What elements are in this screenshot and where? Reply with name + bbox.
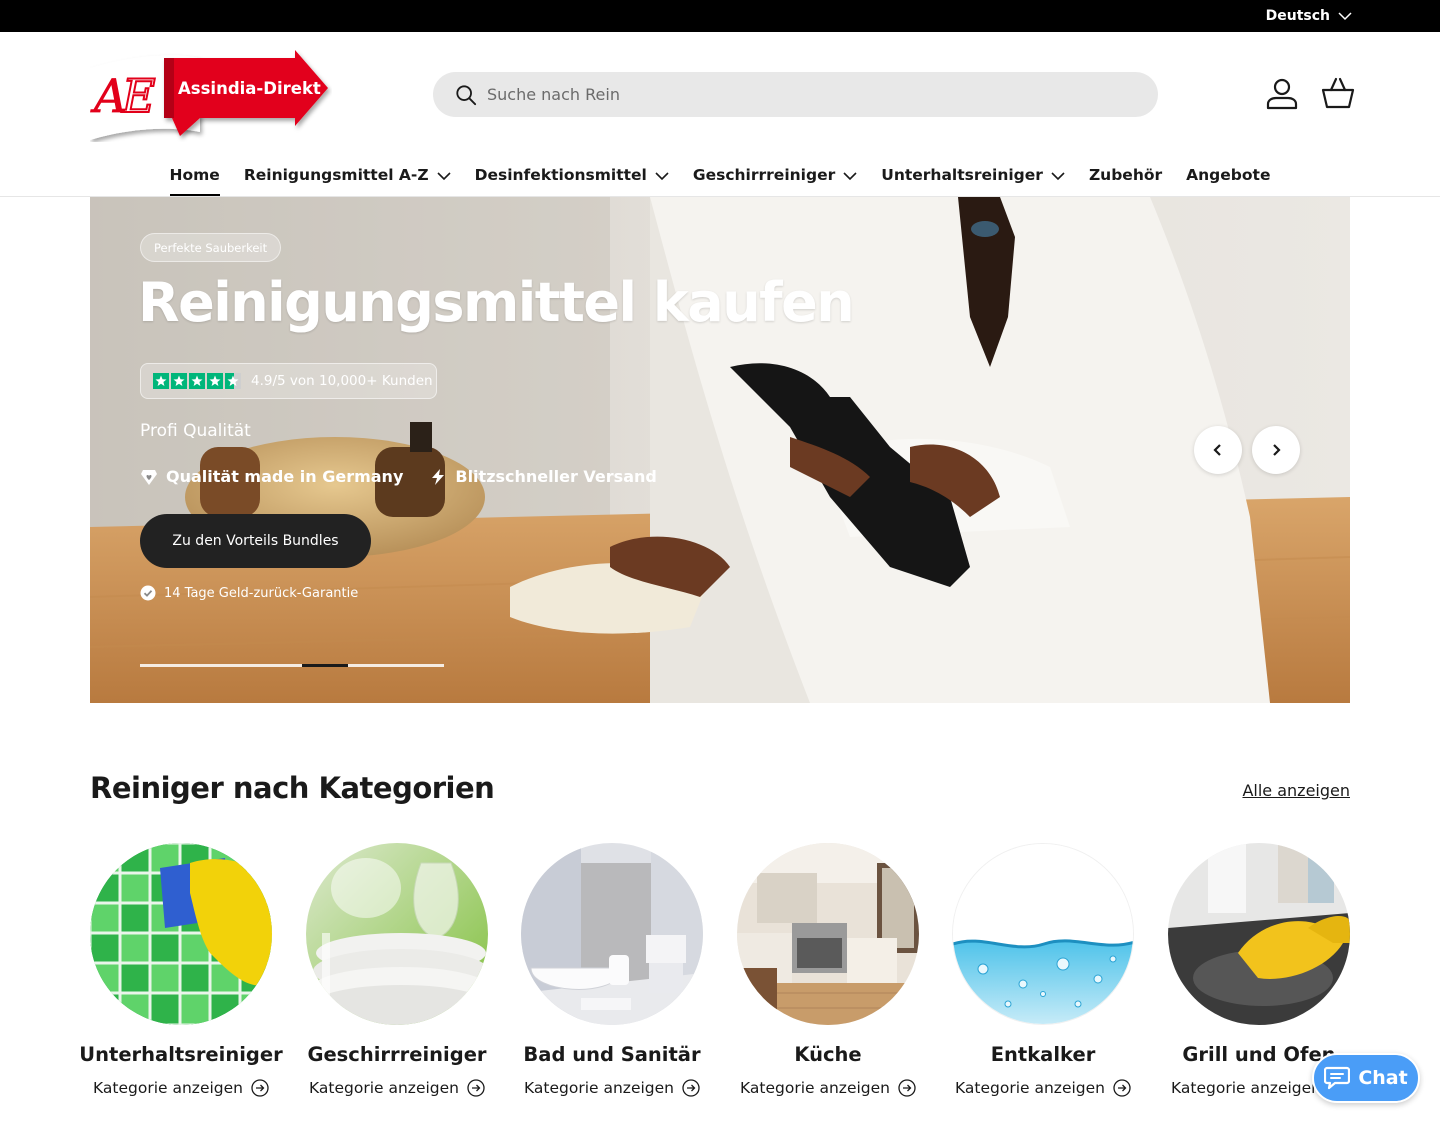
feature-shipping: Blitzschneller Versand — [429, 467, 657, 486]
view-all-link[interactable]: Alle anzeigen — [1242, 781, 1350, 800]
categories-title: Reiniger nach Kategorien — [90, 771, 495, 805]
feature-quality: Qualität made in Germany — [140, 467, 403, 486]
chevron-down-icon — [1338, 12, 1352, 21]
chevron-down-icon — [437, 172, 451, 181]
check-badge-icon — [140, 585, 156, 601]
hero-features: Qualität made in Germany Blitzschneller … — [140, 467, 657, 486]
slide-progress — [140, 663, 444, 667]
category-name: Küche — [794, 1043, 862, 1066]
chat-button[interactable]: Chat — [1312, 1053, 1420, 1103]
category-card: Bad und Sanitär Kategorie anzeigen — [521, 843, 703, 1097]
star-icon — [171, 373, 187, 389]
site-logo[interactable]: A E Assindia-Direkt — [90, 48, 332, 142]
arrow-right-circle-icon — [251, 1079, 269, 1097]
category-link[interactable]: Kategorie anzeigen — [717, 1079, 939, 1097]
category-link[interactable]: Kategorie anzeigen — [932, 1079, 1154, 1097]
category-image-bad-und-sanitaer[interactable] — [521, 843, 703, 1025]
category-card: Geschirrreiniger Kategorie anzeigen — [306, 843, 488, 1097]
next-slide-button[interactable] — [1252, 426, 1300, 474]
category-image-entkalker[interactable] — [952, 843, 1134, 1025]
bundles-cta-button[interactable]: Zu den Vorteils Bundles — [140, 514, 371, 568]
chevron-down-icon — [1051, 172, 1065, 181]
rating-text: 4.9/5 von 10,000+ Kunden — [251, 373, 433, 389]
guarantee-note: 14 Tage Geld-zurück-Garantie — [140, 585, 358, 601]
chat-bubble-icon — [1324, 1066, 1351, 1090]
category-name: Geschirrreiniger — [307, 1043, 487, 1066]
hero-title: Reinigungsmittel kaufen — [138, 271, 855, 334]
category-image-unterhaltsreiniger[interactable] — [90, 843, 272, 1025]
hero-badge: Perfekte Sauberkeit — [140, 233, 282, 262]
hero-slider: Perfekte Sauberkeit Reinigungsmittel kau… — [90, 197, 1350, 703]
nav-item-unterhaltsreiniger[interactable]: Unterhaltsreiniger — [881, 160, 1065, 196]
star-icon — [153, 373, 169, 389]
chevron-left-icon — [1213, 444, 1221, 456]
prev-slide-button[interactable] — [1194, 426, 1242, 474]
nav-item-reinigungsmittel[interactable]: Reinigungsmittel A-Z — [244, 160, 451, 196]
search-input[interactable] — [487, 85, 1087, 104]
half-star-icon — [225, 373, 241, 389]
category-image-kueche[interactable] — [737, 843, 919, 1025]
lightning-icon — [432, 468, 445, 485]
arrow-right-circle-icon — [898, 1079, 916, 1097]
category-link[interactable]: Kategorie anzeigen — [286, 1079, 508, 1097]
category-image-geschirrreiniger[interactable] — [306, 843, 488, 1025]
svg-text:E: E — [121, 69, 156, 123]
arrow-right-circle-icon — [682, 1079, 700, 1097]
chevron-right-icon — [1273, 444, 1281, 456]
nav-item-home[interactable]: Home — [169, 160, 220, 196]
chat-label: Chat — [1358, 1067, 1408, 1089]
slide-progress-fill — [302, 663, 349, 667]
nav-item-desinfektionsmittel[interactable]: Desinfektionsmittel — [475, 160, 669, 196]
account-button[interactable] — [1265, 76, 1299, 110]
chevron-down-icon — [843, 172, 857, 181]
category-card: Entkalker Kategorie anzeigen — [952, 843, 1134, 1097]
star-icon — [189, 373, 205, 389]
category-card: Küche Kategorie anzeigen — [737, 843, 919, 1097]
rating-stars — [153, 373, 241, 389]
user-icon — [1266, 78, 1298, 110]
chevron-down-icon — [655, 172, 669, 181]
arrow-right-circle-icon — [467, 1079, 485, 1097]
arrow-right-circle-icon — [1113, 1079, 1131, 1097]
nav-item-geschirrreiniger[interactable]: Geschirrreiniger — [693, 160, 857, 196]
category-card: Grill und Ofen Kategorie anzeigen — [1168, 843, 1350, 1097]
main-navigation: Home Reinigungsmittel A-Z Desinfektionsm… — [0, 160, 1440, 197]
rating-box: 4.9/5 von 10,000+ Kunden — [140, 363, 437, 399]
search-icon[interactable] — [455, 84, 477, 106]
language-label: Deutsch — [1265, 8, 1330, 24]
announcement-bar: Deutsch — [0, 0, 1440, 32]
search-bar[interactable] — [433, 72, 1158, 117]
hero-subline: Profi Qualität — [140, 421, 251, 441]
category-image-grill-und-ofen[interactable] — [1168, 843, 1350, 1025]
category-name: Unterhaltsreiniger — [79, 1043, 283, 1066]
star-icon — [207, 373, 223, 389]
basket-icon — [1321, 77, 1355, 109]
category-name: Entkalker — [990, 1043, 1096, 1066]
category-link[interactable]: Kategorie anzeigen — [70, 1079, 292, 1097]
language-selector[interactable]: Deutsch — [1266, 0, 1352, 32]
nav-item-angebote[interactable]: Angebote — [1186, 160, 1270, 196]
category-name: Bad und Sanitär — [523, 1043, 701, 1066]
logo-text: Assindia-Direkt — [178, 79, 321, 98]
category-link[interactable]: Kategorie anzeigen — [501, 1079, 723, 1097]
diamond-heart-icon — [141, 469, 157, 485]
cart-button[interactable] — [1321, 76, 1355, 110]
category-card: Unterhaltsreiniger Kategorie anzeigen — [79, 843, 283, 1097]
nav-item-zubehoer[interactable]: Zubehör — [1089, 160, 1162, 196]
